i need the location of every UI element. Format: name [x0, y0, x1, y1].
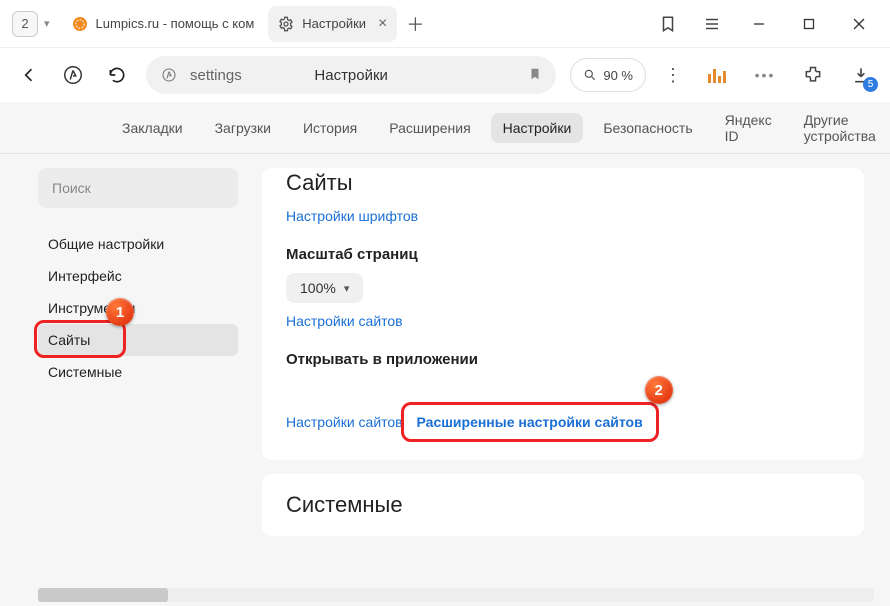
download-count-badge: 5	[863, 77, 878, 92]
card-system: Системные	[262, 474, 864, 536]
address-bar[interactable]: settings Настройки	[146, 56, 556, 94]
music-eq-icon[interactable]	[700, 58, 734, 92]
scale-value: 100%	[300, 280, 336, 296]
window-close[interactable]	[836, 4, 882, 44]
back-button[interactable]	[14, 60, 44, 90]
navtab-yandex-id[interactable]: Яндекс ID	[713, 105, 784, 151]
navtab-bookmarks[interactable]: Закладки	[110, 113, 195, 143]
settings-sidebar: Поиск Общие настройки Интерфейс Инструме…	[38, 168, 238, 606]
favicon-orange-icon	[72, 16, 88, 32]
chevron-down-icon: ▾	[344, 282, 350, 295]
address-text: settings	[190, 67, 242, 84]
more-dots-icon[interactable]: •••	[748, 58, 782, 92]
tab-count-badge[interactable]: 2	[12, 11, 38, 37]
tab-settings[interactable]: Настройки ×	[268, 6, 397, 42]
navtab-settings[interactable]: Настройки	[491, 113, 584, 143]
chevron-down-icon[interactable]: ▾	[44, 17, 50, 30]
heading-page-scale: Масштаб страниц	[286, 246, 840, 263]
kebab-menu-icon[interactable]: ⋮	[660, 65, 686, 86]
scrollbar-thumb[interactable]	[38, 588, 168, 602]
shield-icon	[160, 67, 178, 83]
window-minimize[interactable]	[736, 4, 782, 44]
navtab-other-devices[interactable]: Другие устройства	[792, 105, 890, 151]
scale-select[interactable]: 100% ▾	[286, 273, 363, 303]
reload-button[interactable]	[102, 60, 132, 90]
sidebar-item-general[interactable]: Общие настройки	[38, 228, 238, 260]
bookmark-ribbon-icon[interactable]	[648, 4, 688, 44]
annotation-badge-2: 2	[645, 376, 673, 404]
search-placeholder: Поиск	[52, 180, 91, 196]
navtab-extensions[interactable]: Расширения	[377, 113, 482, 143]
sidebar-item-sites[interactable]: Сайты	[38, 324, 238, 356]
gear-icon	[278, 16, 294, 32]
navtab-downloads[interactable]: Загрузки	[203, 113, 283, 143]
tab-title: Настройки	[302, 16, 366, 31]
tab-lumpics[interactable]: Lumpics.ru - помощь с ком	[62, 6, 265, 42]
window-titlebar: 2 ▾ Lumpics.ru - помощь с ком Настройки …	[0, 0, 890, 48]
settings-nav-tabs: Закладки Загрузки История Расширения Нас…	[0, 102, 890, 154]
section-title-sites: Сайты	[286, 170, 840, 196]
navtab-security[interactable]: Безопасность	[591, 113, 704, 143]
bookmark-icon[interactable]	[528, 67, 542, 84]
settings-main: Сайты Настройки шрифтов Масштаб страниц …	[262, 168, 870, 606]
sidebar-item-interface[interactable]: Интерфейс	[38, 260, 238, 292]
yandex-home-icon[interactable]	[58, 60, 88, 90]
window-maximize[interactable]	[786, 4, 832, 44]
card-sites: Сайты Настройки шрифтов Масштаб страниц …	[262, 168, 864, 460]
omnibox-title: Настройки	[314, 67, 388, 84]
sidebar-item-tools[interactable]: Инструменты	[38, 292, 238, 324]
navtab-history[interactable]: История	[291, 113, 369, 143]
search-input[interactable]: Поиск	[38, 168, 238, 208]
extensions-icon[interactable]	[796, 58, 830, 92]
downloads-button[interactable]: 5	[844, 58, 878, 92]
settings-content: Поиск Общие настройки Интерфейс Инструме…	[0, 154, 890, 606]
zoom-value: 90 %	[603, 68, 633, 83]
menu-icon[interactable]	[692, 4, 732, 44]
new-tab-button[interactable]: ＋	[401, 10, 429, 38]
horizontal-scrollbar[interactable]	[38, 588, 874, 602]
section-title-system: Системные	[286, 492, 840, 518]
sidebar-item-system[interactable]: Системные	[38, 356, 238, 388]
link-advanced-site-settings[interactable]: Расширенные настройки сайтов	[417, 414, 643, 430]
link-font-settings[interactable]: Настройки шрифтов	[286, 208, 418, 224]
link-site-settings-1[interactable]: Настройки сайтов	[286, 313, 403, 329]
tab-title: Lumpics.ru - помощь с ком	[96, 16, 255, 31]
browser-toolbar: settings Настройки 90 % ⋮ ••• 5	[0, 48, 890, 102]
close-icon[interactable]: ×	[378, 15, 387, 33]
heading-open-in-app: Открывать в приложении	[286, 351, 840, 368]
link-site-settings-2[interactable]: Настройки сайтов	[286, 414, 403, 430]
zoom-indicator[interactable]: 90 %	[570, 58, 646, 92]
